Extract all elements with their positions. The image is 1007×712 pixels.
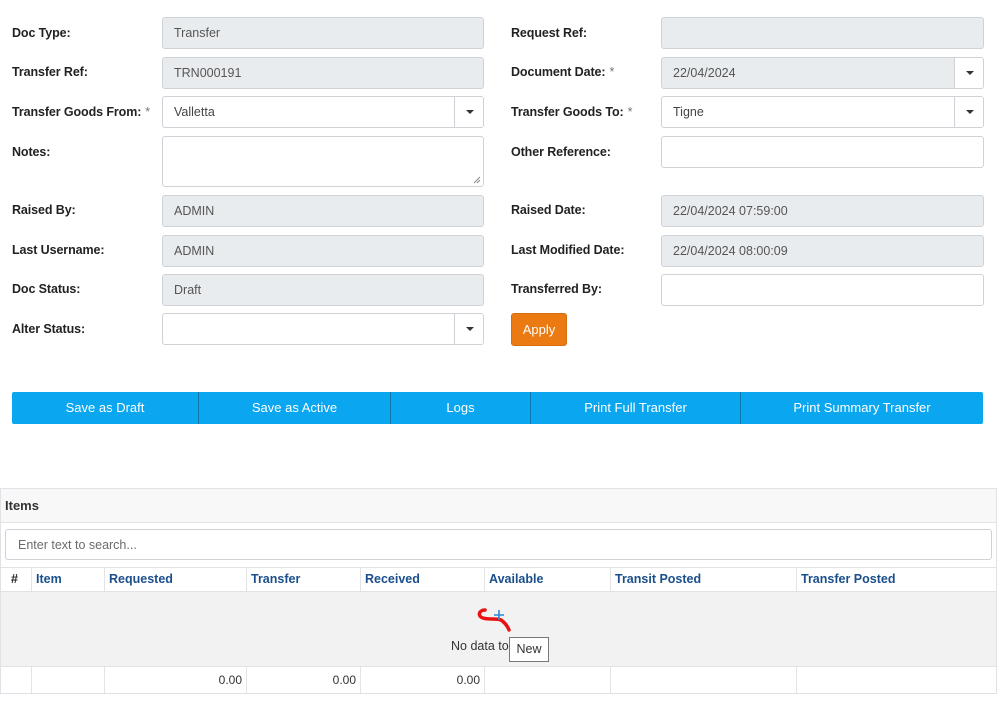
items-table-header: # Item Requested Transfer Received Avail… [1, 567, 996, 592]
column-header-transfer-posted[interactable]: Transfer Posted [796, 568, 996, 592]
chevron-down-icon[interactable] [954, 97, 983, 127]
request-ref-label: Request Ref: [511, 26, 587, 40]
transfer-goods-to-label: Transfer Goods To: * [511, 105, 633, 119]
document-date-label: Document Date: * [511, 65, 615, 79]
items-search-input[interactable] [5, 529, 992, 560]
doc-type-field[interactable]: Transfer [162, 17, 484, 49]
print-summary-transfer-button[interactable]: Print Summary Transfer [741, 392, 983, 424]
save-as-draft-button[interactable]: Save as Draft [12, 392, 199, 424]
transfer-ref-label: Transfer Ref: [12, 65, 88, 79]
doc-status-label: Doc Status: [12, 282, 81, 296]
transfer-goods-from-value: Valletta [174, 105, 215, 119]
total-transfer: 0.00 [246, 667, 360, 693]
doc-status-field[interactable]: Draft [162, 274, 484, 306]
last-modified-date-field[interactable]: 22/04/2024 08:00:09 [661, 235, 984, 267]
raised-date-label: Raised Date: [511, 203, 586, 217]
notes-label: Notes: [12, 145, 51, 159]
column-header-received[interactable]: Received [360, 568, 484, 592]
transferred-by-field[interactable] [661, 274, 984, 306]
column-header-item[interactable]: Item [31, 568, 104, 592]
transfer-goods-to-select[interactable]: Tigne [661, 96, 984, 128]
alter-status-select[interactable] [162, 313, 484, 345]
total-cell-available [484, 667, 610, 693]
column-header-available[interactable]: Available [484, 568, 610, 592]
items-panel: Items # Item Requested Transfer Received… [0, 488, 997, 694]
resize-grip-icon[interactable] [473, 176, 481, 184]
items-panel-title: Items [1, 489, 996, 523]
chevron-down-icon[interactable] [954, 58, 983, 88]
total-requested: 0.00 [104, 667, 246, 693]
other-reference-field[interactable] [661, 136, 984, 168]
no-data-text: No data to [451, 639, 509, 653]
column-header-number[interactable]: # [1, 568, 31, 592]
raised-by-field[interactable]: ADMIN [162, 195, 484, 227]
last-username-field[interactable]: ADMIN [162, 235, 484, 267]
new-row-plus-icon[interactable] [475, 606, 513, 632]
other-reference-label: Other Reference: [511, 145, 611, 159]
total-received: 0.00 [360, 667, 484, 693]
logs-button[interactable]: Logs [391, 392, 531, 424]
save-as-active-button[interactable]: Save as Active [199, 392, 391, 424]
transfer-goods-to-value: Tigne [673, 105, 704, 119]
chevron-down-icon[interactable] [454, 97, 483, 127]
column-header-transit-posted[interactable]: Transit Posted [610, 568, 796, 592]
chevron-down-icon[interactable] [454, 314, 483, 344]
raised-date-field[interactable]: 22/04/2024 07:59:00 [661, 195, 984, 227]
raised-by-label: Raised By: [12, 203, 76, 217]
last-username-label: Last Username: [12, 243, 105, 257]
column-header-requested[interactable]: Requested [104, 568, 246, 592]
transfer-ref-field[interactable]: TRN000191 [162, 57, 484, 89]
apply-button[interactable]: Apply [511, 313, 567, 346]
print-full-transfer-button[interactable]: Print Full Transfer [531, 392, 741, 424]
doc-type-label: Doc Type: [12, 26, 71, 40]
request-ref-field[interactable] [661, 17, 984, 49]
total-cell-item [31, 667, 104, 693]
new-tooltip: New [509, 637, 549, 662]
document-date-picker[interactable]: 22/04/2024 [661, 57, 984, 89]
last-modified-date-label: Last Modified Date: [511, 243, 625, 257]
notes-textarea[interactable] [162, 136, 484, 187]
total-cell-transfer-posted [796, 667, 996, 693]
transfer-goods-from-label: Transfer Goods From: * [12, 105, 151, 119]
transferred-by-label: Transferred By: [511, 282, 602, 296]
column-header-transfer[interactable]: Transfer [246, 568, 360, 592]
document-date-value: 22/04/2024 [673, 66, 736, 80]
total-cell-transit-posted [610, 667, 796, 693]
total-cell-number [1, 667, 31, 693]
transfer-goods-from-select[interactable]: Valletta [162, 96, 484, 128]
alter-status-label: Alter Status: [12, 322, 86, 336]
action-toolbar: Save as Draft Save as Active Logs Print … [12, 392, 983, 424]
items-empty-area: No data to [1, 592, 996, 667]
items-totals-row: 0.00 0.00 0.00 [1, 667, 996, 693]
